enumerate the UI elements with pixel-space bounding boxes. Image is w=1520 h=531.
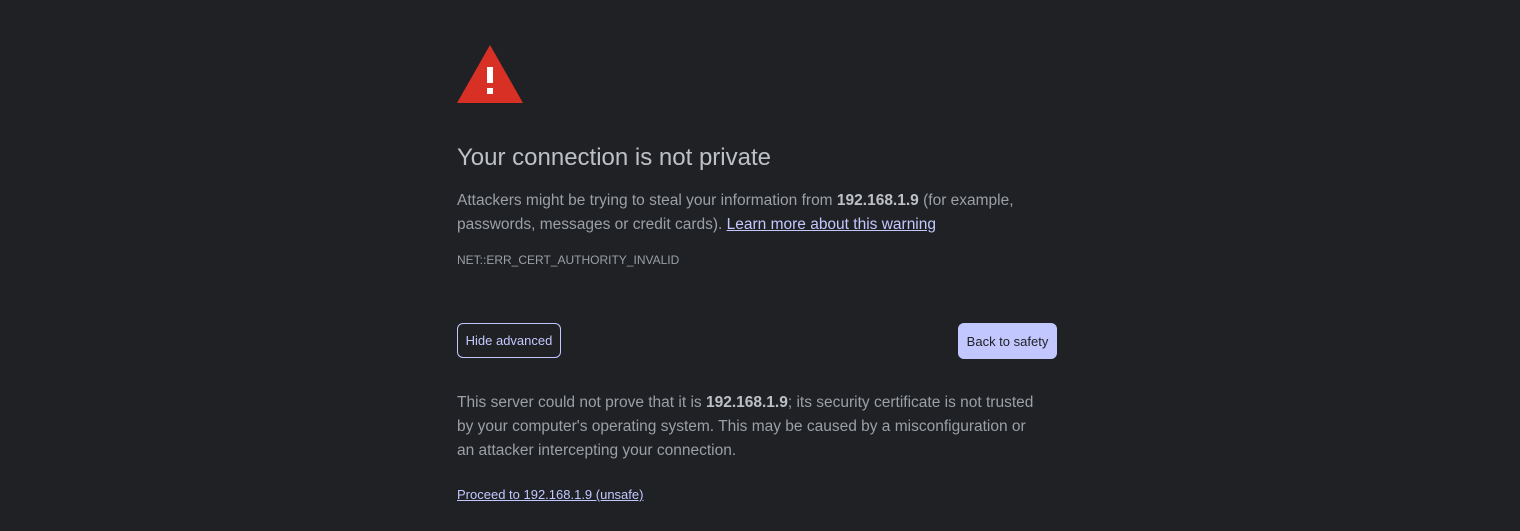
warning-triangle-icon xyxy=(457,45,523,103)
host-name: 192.168.1.9 xyxy=(836,192,919,209)
error-code: NET::ERR_CERT_AUTHORITY_INVALID xyxy=(457,253,680,267)
details-message: This server could not prove that it is 1… xyxy=(457,391,1047,463)
hide-advanced-button[interactable]: Hide advanced xyxy=(457,323,561,358)
back-to-safety-button[interactable]: Back to safety xyxy=(958,323,1057,359)
proceed-unsafe-link[interactable]: Proceed to 192.168.1.9 (unsafe) xyxy=(457,487,643,502)
learn-more-link[interactable]: Learn more about this warning xyxy=(727,216,936,233)
page-title: Your connection is not private xyxy=(457,144,771,171)
main-message-text-start: Attackers might be trying to steal your … xyxy=(457,192,837,209)
details-text-start: This server could not prove that it is xyxy=(457,394,706,411)
main-message: Attackers might be trying to steal your … xyxy=(457,189,1057,237)
details-host-name: 192.168.1.9 xyxy=(705,394,788,411)
